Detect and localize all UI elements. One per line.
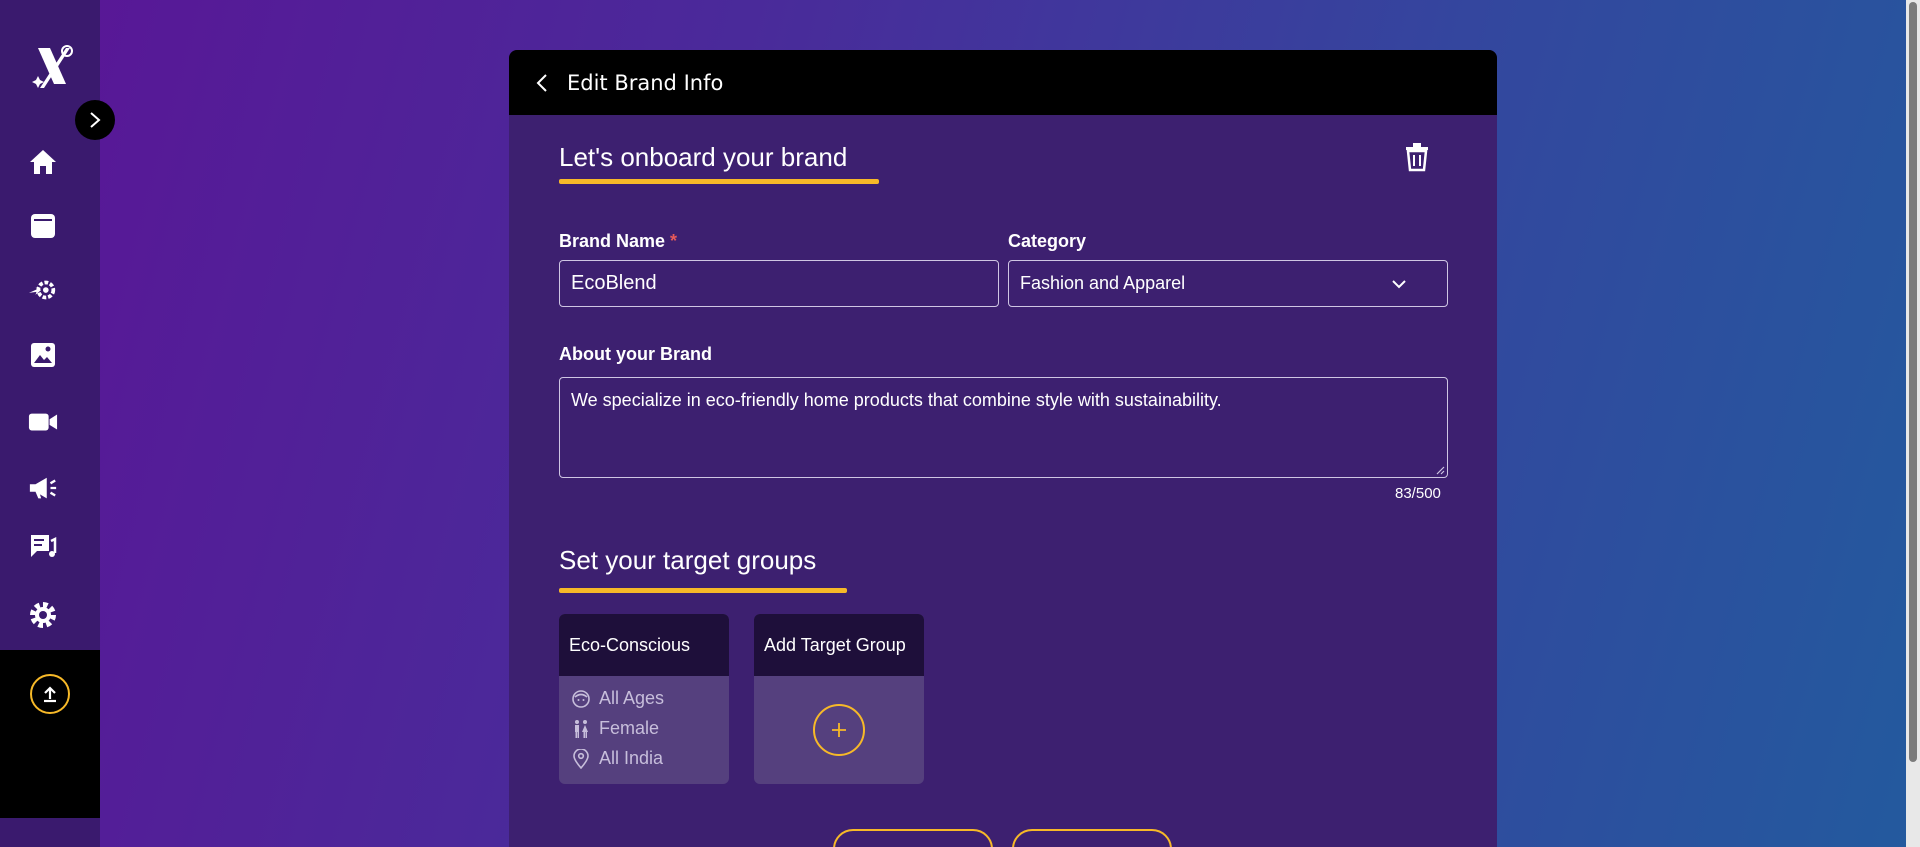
brand-name-label-text: Brand Name bbox=[559, 231, 666, 251]
edit-brand-card: Edit Brand Info Let's onboard your brand… bbox=[509, 50, 1497, 847]
layers-icon[interactable] bbox=[28, 211, 58, 241]
onboard-underline bbox=[559, 179, 879, 184]
brand-name-label: Brand Name * bbox=[559, 231, 677, 252]
music-chat-icon[interactable] bbox=[28, 532, 58, 562]
about-value: We specialize in eco-friendly home produ… bbox=[571, 390, 1222, 410]
chevron-right-icon bbox=[90, 112, 101, 128]
target-group-location: All India bbox=[571, 748, 663, 769]
delete-brand-button[interactable] bbox=[1403, 142, 1431, 172]
plus-icon bbox=[832, 723, 846, 737]
page-scrollbar[interactable] bbox=[1906, 0, 1920, 847]
target-group-card[interactable]: Eco-Conscious All Ages Female All India bbox=[559, 614, 729, 784]
resize-handle-icon[interactable] bbox=[1435, 465, 1445, 475]
onboard-title: Let's onboard your brand bbox=[559, 142, 848, 172]
upload-button[interactable] bbox=[30, 674, 70, 714]
save-button[interactable] bbox=[1012, 829, 1172, 847]
add-target-group-button[interactable] bbox=[813, 704, 865, 756]
page-title: Edit Brand Info bbox=[567, 70, 724, 95]
age-value: All Ages bbox=[599, 688, 665, 708]
gender-icon bbox=[575, 719, 588, 738]
brand-name-input[interactable]: EcoBlend bbox=[559, 260, 999, 307]
target-group-name: Eco-Conscious bbox=[559, 614, 729, 676]
face-icon bbox=[572, 689, 590, 708]
gear-icon[interactable] bbox=[28, 600, 58, 630]
chevron-left-icon bbox=[536, 73, 547, 92]
about-textarea[interactable]: We specialize in eco-friendly home produ… bbox=[559, 377, 1448, 478]
gender-value: Female bbox=[599, 718, 660, 738]
app-logo[interactable] bbox=[30, 44, 74, 92]
automation-icon[interactable] bbox=[28, 275, 58, 305]
target-group-gender: Female bbox=[571, 718, 659, 739]
about-label: About your Brand bbox=[559, 344, 712, 364]
location-value: All India bbox=[599, 748, 664, 768]
cancel-button[interactable] bbox=[833, 829, 993, 847]
chevron-down-icon bbox=[1392, 280, 1406, 289]
video-icon[interactable] bbox=[28, 407, 58, 437]
add-target-group-card[interactable]: Add Target Group bbox=[754, 614, 924, 784]
category-label: Category bbox=[1008, 231, 1087, 251]
image-icon[interactable] bbox=[28, 340, 58, 370]
scrollbar-thumb[interactable] bbox=[1909, 2, 1917, 762]
location-pin-icon bbox=[573, 748, 589, 769]
brand-name-value: EcoBlend bbox=[571, 272, 657, 294]
target-groups-underline bbox=[559, 588, 847, 593]
sidebar-toggle-button[interactable] bbox=[75, 100, 115, 140]
target-groups-title: Set your target groups bbox=[559, 545, 817, 575]
megaphone-icon[interactable] bbox=[28, 473, 58, 503]
category-select[interactable]: Fashion and Apparel bbox=[1008, 260, 1448, 307]
category-value: Fashion and Apparel bbox=[1020, 273, 1186, 293]
target-group-age: All Ages bbox=[571, 688, 664, 709]
about-char-counter: 83/500 bbox=[1395, 485, 1441, 502]
upload-icon bbox=[44, 686, 56, 703]
add-target-group-label: Add Target Group bbox=[754, 614, 924, 676]
required-mark: * bbox=[670, 231, 678, 251]
back-button[interactable] bbox=[531, 72, 553, 94]
card-header: Edit Brand Info bbox=[509, 50, 1497, 115]
home-icon[interactable] bbox=[28, 147, 58, 177]
